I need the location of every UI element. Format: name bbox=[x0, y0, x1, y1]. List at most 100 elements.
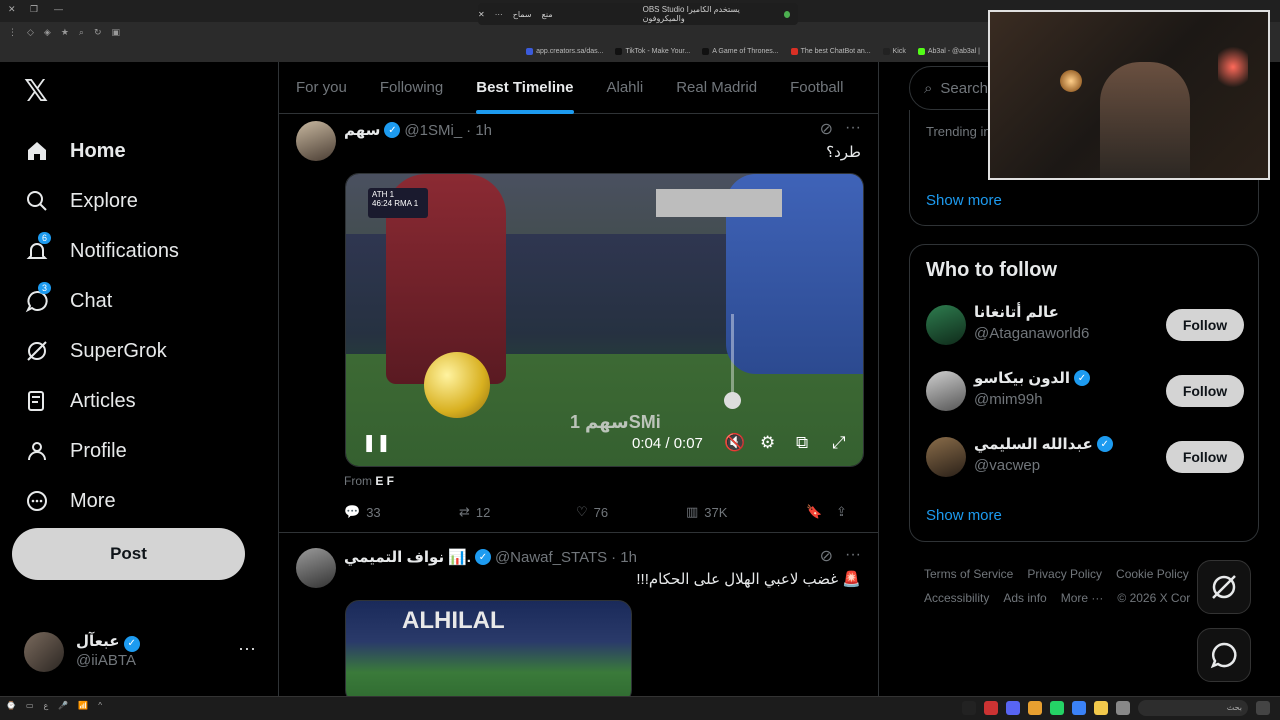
grok-icon[interactable]: ⊘ bbox=[820, 119, 833, 139]
video-player[interactable]: ATH 1 46:24 RMA 1 سهم 1SMi ❚❚ 0:04 / 0:07… bbox=[345, 173, 864, 467]
sidebar-item-explore[interactable]: Explore bbox=[24, 176, 179, 226]
pip-icon[interactable]: ▣ bbox=[112, 27, 121, 38]
chrome-icon[interactable] bbox=[1028, 701, 1042, 715]
avatar[interactable] bbox=[296, 121, 336, 161]
bookmark-item[interactable]: A Game of Thrones... bbox=[702, 47, 779, 55]
like-button[interactable]: ♡ 76 bbox=[576, 504, 686, 520]
start-icon[interactable] bbox=[1256, 701, 1270, 715]
bookmark-item[interactable]: app.creators.sa/das... bbox=[526, 47, 603, 55]
footer-link[interactable]: Accessibility bbox=[924, 591, 989, 605]
notification-icon[interactable]: ▭ bbox=[26, 701, 34, 710]
network-icon[interactable]: 📶 bbox=[78, 701, 88, 710]
avatar[interactable] bbox=[296, 548, 336, 588]
avatar[interactable] bbox=[926, 305, 966, 345]
suggestion-name[interactable]: الدون بيكاسو ✓ bbox=[974, 369, 1090, 387]
suggestion-handle[interactable]: @mim99h bbox=[974, 391, 1043, 408]
sidebar-item-chat[interactable]: 3 Chat bbox=[24, 276, 179, 326]
suggestion-name[interactable]: عبدالله السليمي ✓ bbox=[974, 435, 1113, 453]
discord-icon[interactable] bbox=[1006, 701, 1020, 715]
bookmark-item[interactable]: TikTok - Make Your... bbox=[615, 47, 690, 55]
volume-slider-knob[interactable] bbox=[724, 392, 741, 409]
settings-icon[interactable]: ⚙ bbox=[760, 433, 775, 453]
volume-slider-track[interactable] bbox=[731, 314, 734, 402]
tweet[interactable]: نواف التميمي 📊. ✓ @Nawaf_STATS · 1h ⊘ ··… bbox=[279, 534, 878, 696]
share-icon[interactable]: ⇪ bbox=[836, 504, 847, 520]
follow-button[interactable]: Follow bbox=[1166, 309, 1244, 341]
bookmark-item[interactable]: Ab3al - @ab3al | bbox=[917, 47, 980, 55]
x-logo-icon[interactable]: 𝕏 bbox=[24, 74, 48, 109]
notification-more-icon[interactable]: ··· bbox=[495, 10, 503, 19]
tab-football[interactable]: Football bbox=[790, 62, 843, 114]
show-more-link[interactable]: Show more bbox=[926, 507, 1002, 524]
sidebar-item-home[interactable]: Home bbox=[24, 126, 179, 176]
fullscreen-icon[interactable]: ⤢ bbox=[832, 433, 846, 453]
footer-link[interactable]: More ··· bbox=[1061, 591, 1104, 605]
pip-icon[interactable]: ⧉ bbox=[796, 433, 808, 453]
star-icon[interactable]: ★ bbox=[61, 27, 69, 38]
obs-icon[interactable] bbox=[984, 701, 998, 715]
mic-icon[interactable]: 🎤 bbox=[58, 701, 68, 710]
author-handle[interactable]: @1SMi_ bbox=[404, 122, 462, 139]
footer-link[interactable]: Cookie Policy bbox=[1116, 567, 1189, 581]
follow-suggestion[interactable]: عبدالله السليمي ✓ @vacwep Follow bbox=[926, 431, 1244, 487]
minimize-window-icon[interactable]: — bbox=[54, 4, 63, 14]
chevron-up-icon[interactable]: ^ bbox=[98, 701, 102, 710]
views-button[interactable]: ▥ 37K bbox=[686, 504, 806, 520]
more-dots-icon[interactable]: ··· bbox=[845, 119, 861, 139]
more-dots-icon[interactable]: ··· bbox=[845, 546, 861, 566]
tab-alahli[interactable]: Alahli bbox=[607, 62, 644, 114]
follow-suggestion[interactable]: عالم أتانغانا @Ataganaworld6 Follow bbox=[926, 299, 1244, 355]
whatsapp-icon[interactable] bbox=[1050, 701, 1064, 715]
language-icon[interactable]: ع bbox=[44, 701, 49, 710]
tweet-time[interactable]: · 1h bbox=[611, 549, 637, 566]
avatar[interactable] bbox=[926, 437, 966, 477]
reply-button[interactable]: 💬 33 bbox=[344, 504, 459, 520]
follow-button[interactable]: Follow bbox=[1166, 441, 1244, 473]
tweet-time[interactable]: · 1h bbox=[466, 122, 492, 139]
follow-button[interactable]: Follow bbox=[1166, 375, 1244, 407]
video-frame[interactable]: ATH 1 46:24 RMA 1 سهم 1SMi ❚❚ 0:04 / 0:07… bbox=[346, 174, 863, 466]
sidebar-item-notifications[interactable]: 6 Notifications bbox=[24, 226, 179, 276]
sidebar-item-supergrok[interactable]: SuperGrok bbox=[24, 326, 179, 376]
allow-button[interactable]: سماح bbox=[513, 10, 532, 19]
footer-link[interactable]: Privacy Policy bbox=[1027, 567, 1102, 581]
tab-real-madrid[interactable]: Real Madrid bbox=[676, 62, 757, 114]
avatar[interactable] bbox=[926, 371, 966, 411]
extension-icon[interactable]: ◈ bbox=[44, 27, 51, 38]
taskbar-search[interactable]: بحث bbox=[1138, 700, 1248, 716]
footer-link[interactable]: Terms of Service bbox=[924, 567, 1013, 581]
sidebar-item-more[interactable]: More bbox=[24, 476, 179, 526]
tab-following[interactable]: Following bbox=[380, 62, 443, 114]
tiktok-icon[interactable] bbox=[962, 701, 976, 715]
folder-icon[interactable] bbox=[1094, 701, 1108, 715]
pause-icon[interactable]: ❚❚ bbox=[362, 433, 391, 453]
suggestion-handle[interactable]: @Ataganaworld6 bbox=[974, 325, 1089, 342]
author-name[interactable]: سهم bbox=[344, 121, 380, 139]
account-switcher[interactable]: عبعآل ✓ @iiABTA ··· bbox=[24, 630, 264, 674]
grok-icon[interactable]: ⊘ bbox=[820, 546, 833, 566]
grok-icon[interactable] bbox=[1197, 560, 1251, 614]
author-name[interactable]: نواف التميمي bbox=[344, 548, 444, 566]
attribution-name[interactable]: E F bbox=[375, 474, 394, 488]
suggestion-name[interactable]: عالم أتانغانا bbox=[974, 303, 1059, 321]
chat-icon[interactable] bbox=[1197, 628, 1251, 682]
post-button[interactable]: Post bbox=[12, 528, 245, 580]
more-dots-icon[interactable]: ··· bbox=[238, 638, 256, 659]
tab-best-timeline[interactable]: Best Timeline bbox=[476, 62, 574, 114]
bookmark-icon[interactable]: 🔖 bbox=[806, 504, 836, 520]
store-icon[interactable] bbox=[1116, 701, 1130, 715]
deny-button[interactable]: منع bbox=[542, 10, 553, 19]
zoom-icon[interactable]: ⌕ bbox=[79, 27, 84, 38]
tweet[interactable]: سهم ✓ @1SMi_ · 1h ⊘ ··· طرد؟ ATH 1 46:24 … bbox=[279, 115, 878, 533]
close-window-icon[interactable]: ✕ bbox=[8, 4, 16, 15]
app-icon[interactable] bbox=[1072, 701, 1086, 715]
footer-link[interactable]: Ads info bbox=[1003, 591, 1046, 605]
sidebar-item-profile[interactable]: Profile bbox=[24, 426, 179, 476]
sidebar-item-articles[interactable]: Articles bbox=[24, 376, 179, 426]
menu-icon[interactable]: ⋮ bbox=[8, 27, 17, 38]
close-notification-icon[interactable]: ✕ bbox=[478, 10, 485, 19]
bookmark-item[interactable]: The best ChatBot an... bbox=[790, 47, 871, 55]
tweet-image[interactable]: ALHILAL bbox=[345, 600, 632, 696]
repost-button[interactable]: ⇄ 12 bbox=[459, 504, 576, 520]
restore-window-icon[interactable]: ❐ bbox=[30, 4, 38, 15]
